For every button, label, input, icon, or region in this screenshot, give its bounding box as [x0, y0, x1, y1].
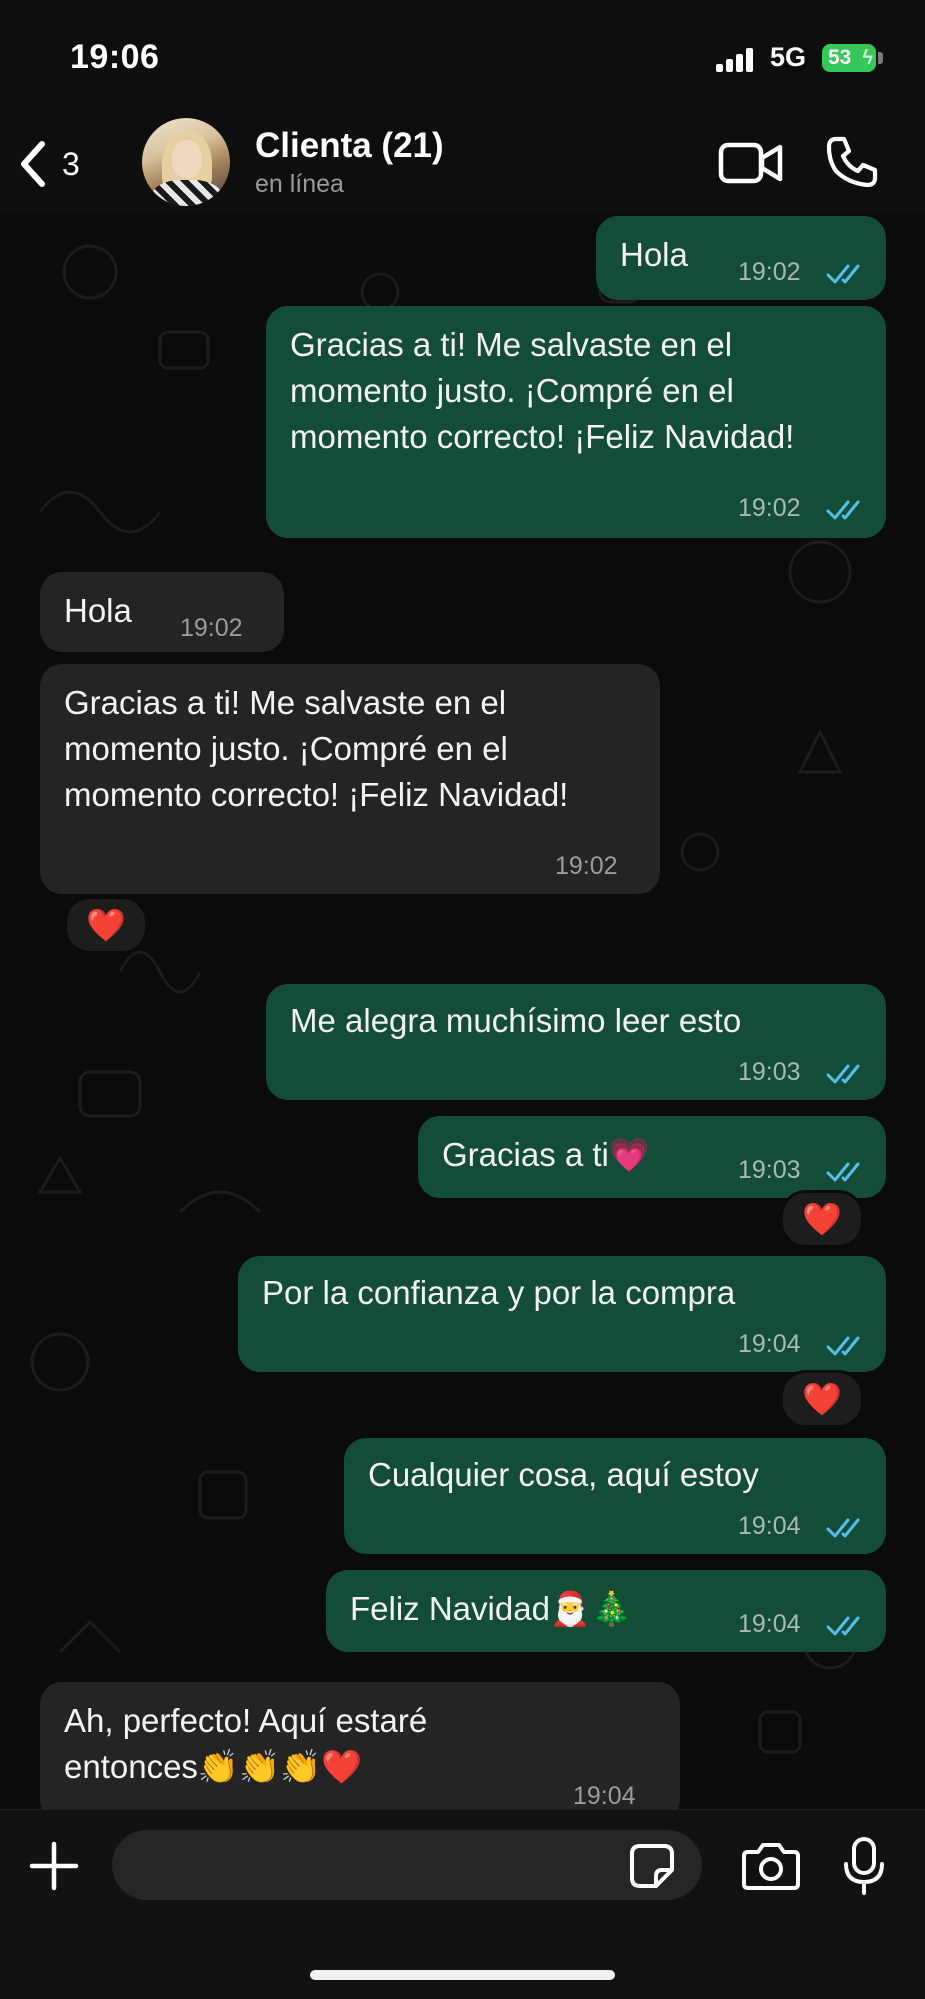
message-time: 19:03 — [738, 1058, 801, 1086]
outgoing-message[interactable]: Cualquier cosa, aquí estoy 19:04 — [344, 1438, 886, 1554]
message-text: Hola — [64, 592, 132, 629]
phone-icon — [826, 136, 878, 188]
voice-call-button[interactable] — [824, 134, 880, 190]
unread-count: 3 — [62, 145, 80, 182]
message-time: 19:04 — [738, 1512, 801, 1540]
incoming-message[interactable]: Gracias a ti! Me salvaste en el momento … — [40, 664, 660, 894]
incoming-message[interactable]: Ah, perfecto! Aquí estaré entonces👏👏👏❤️ … — [40, 1682, 680, 1809]
message-text: Gracias a ti! Me salvaste en el momento … — [290, 326, 795, 455]
whatsapp-chat-screen: 19:06 5G 53 ϟ 3 Clienta (21) en línea Ho… — [0, 0, 925, 1999]
battery-icon: 53 ϟ — [822, 44, 876, 72]
message-composer — [0, 1809, 925, 1999]
message-time: 19:02 — [180, 614, 243, 642]
message-list[interactable]: Hola 19:02 Gracias a ti! Me salvaste en … — [0, 212, 925, 1809]
battery-level: 53 — [828, 46, 852, 69]
outgoing-message[interactable]: Feliz Navidad🎅🎄 19:04 — [326, 1570, 886, 1652]
message-text: Gracias a ti! Me salvaste en el momento … — [64, 684, 569, 813]
contact-avatar[interactable] — [142, 118, 230, 206]
message-text: Hola — [620, 236, 688, 273]
sticker-icon — [630, 1844, 674, 1888]
double-check-icon — [826, 500, 860, 520]
message-text: Feliz Navidad🎅🎄 — [350, 1590, 633, 1627]
message-text: Por la confianza y por la compra — [262, 1274, 736, 1311]
video-call-button[interactable] — [718, 138, 784, 188]
message-time: 19:04 — [738, 1610, 801, 1638]
charging-icon: ϟ — [862, 47, 873, 69]
chevron-left-icon — [21, 141, 45, 187]
outgoing-message[interactable]: Me alegra muchísimo leer esto 19:03 — [266, 984, 886, 1100]
double-check-icon — [826, 1336, 860, 1356]
double-check-icon — [826, 1162, 860, 1182]
message-time: 19:04 — [573, 1782, 636, 1809]
chat-header: 19:06 5G 53 ϟ 3 Clienta (21) en línea — [0, 0, 925, 212]
double-check-icon — [826, 1616, 860, 1636]
microphone-button[interactable] — [842, 1836, 886, 1896]
message-text: Me alegra muchísimo leer esto — [290, 1002, 742, 1039]
home-indicator[interactable] — [310, 1970, 615, 1980]
message-text: Gracias a ti💗 — [442, 1136, 650, 1173]
attach-button[interactable] — [26, 1838, 82, 1894]
message-time: 19:02 — [738, 494, 801, 522]
message-reaction[interactable]: ❤️ — [780, 1370, 864, 1428]
double-check-icon — [826, 264, 860, 284]
network-type: 5G — [770, 42, 807, 72]
signal-icon — [716, 48, 756, 72]
camera-icon — [742, 1843, 800, 1890]
video-call-icon — [718, 142, 783, 184]
sticker-button[interactable] — [628, 1842, 676, 1890]
microphone-icon — [844, 1837, 884, 1895]
message-time: 19:02 — [738, 258, 801, 286]
incoming-message[interactable]: Hola 19:02 — [40, 572, 284, 652]
message-text: Ah, perfecto! Aquí estaré entonces👏👏👏❤️ — [64, 1702, 428, 1785]
back-button[interactable]: 3 — [18, 136, 98, 192]
message-reaction[interactable]: ❤️ — [780, 1190, 864, 1248]
message-reaction[interactable]: ❤️ — [64, 896, 148, 954]
contact-name[interactable]: Clienta (21) — [255, 126, 444, 166]
battery-tip — [878, 52, 883, 64]
camera-button[interactable] — [740, 1840, 802, 1892]
message-input[interactable] — [112, 1830, 702, 1900]
outgoing-message[interactable]: Gracias a ti💗 19:03 — [418, 1116, 886, 1198]
outgoing-message[interactable]: Gracias a ti! Me salvaste en el momento … — [266, 306, 886, 538]
message-time: 19:02 — [555, 852, 618, 880]
message-time: 19:03 — [738, 1156, 801, 1184]
plus-icon — [29, 1841, 79, 1891]
outgoing-message[interactable]: Hola 19:02 — [596, 216, 886, 300]
message-time: 19:04 — [738, 1330, 801, 1358]
status-time: 19:06 — [70, 38, 160, 76]
contact-status: en línea — [255, 170, 344, 198]
double-check-icon — [826, 1518, 860, 1538]
double-check-icon — [826, 1064, 860, 1084]
outgoing-message[interactable]: Por la confianza y por la compra 19:04 — [238, 1256, 886, 1372]
message-text: Cualquier cosa, aquí estoy — [368, 1456, 759, 1493]
